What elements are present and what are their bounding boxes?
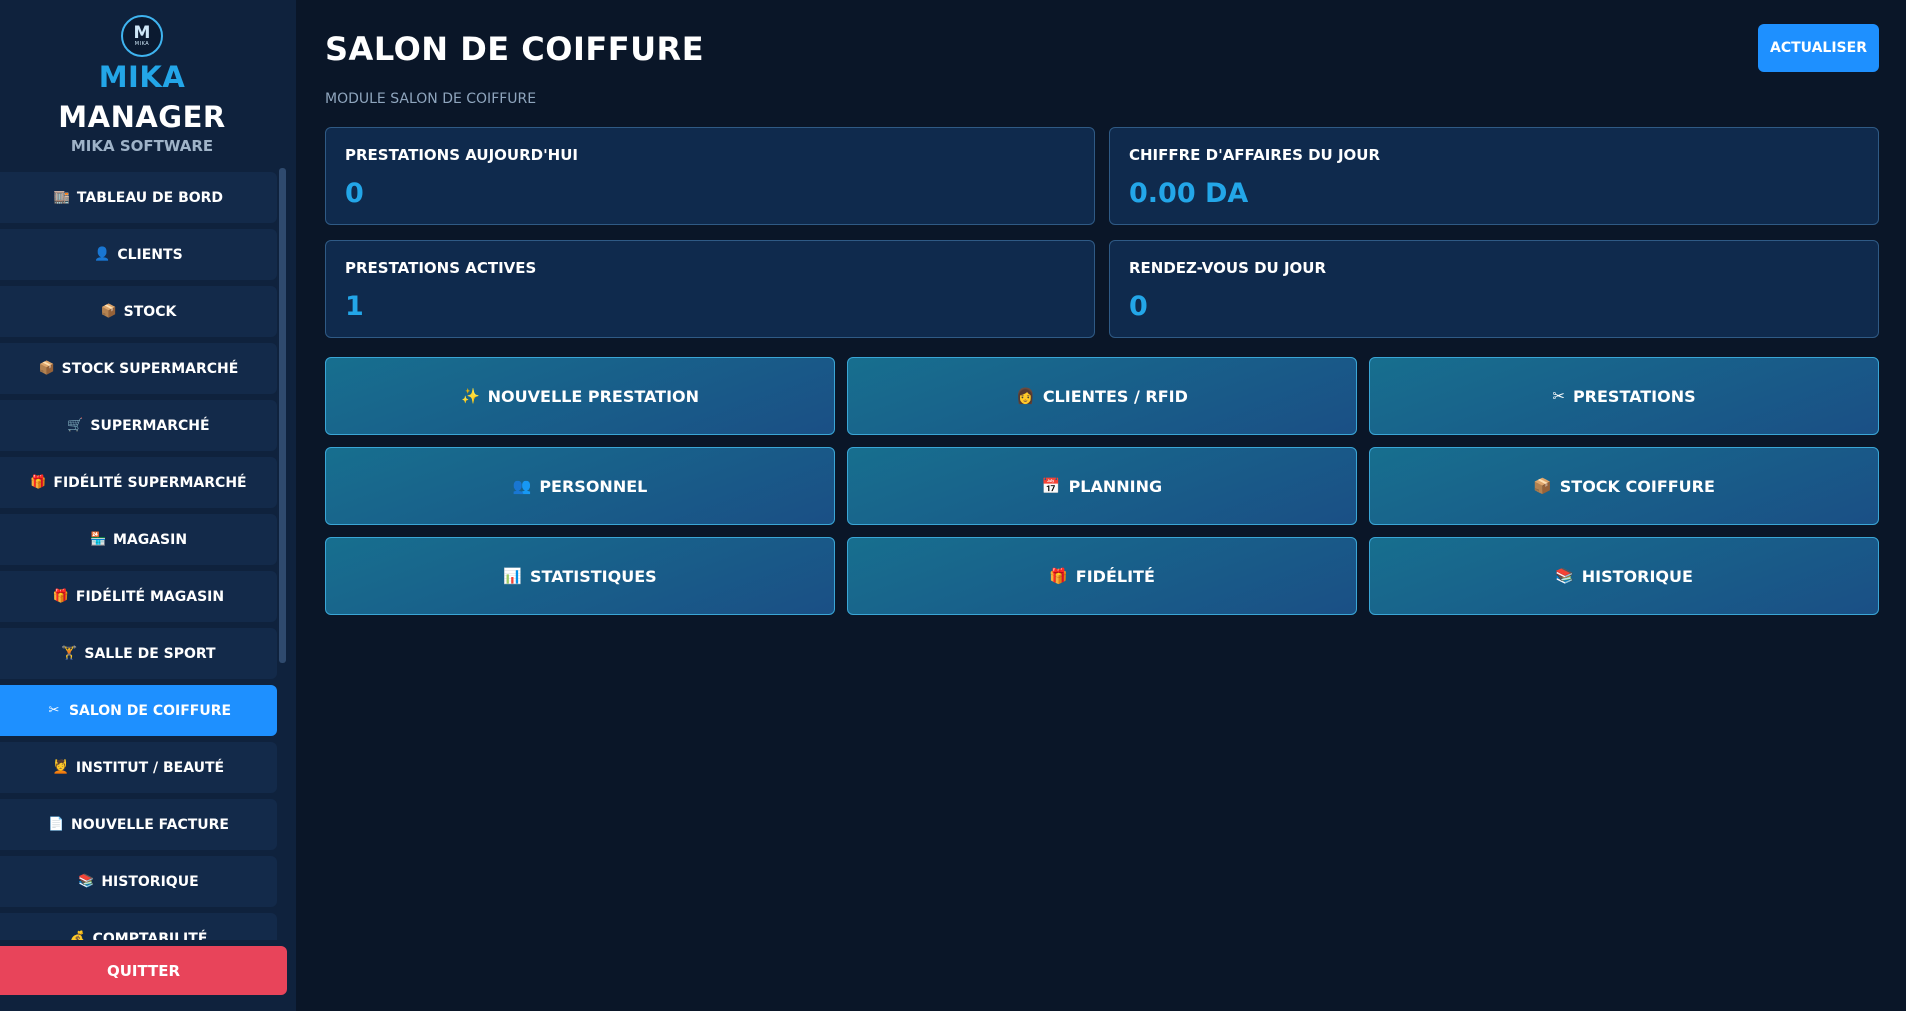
stat-card-prestations-aujourdhui: PRESTATIONS AUJOURD'HUI 0 [325, 127, 1095, 225]
sidebar-item-label: HISTORIQUE [101, 873, 199, 890]
sidebar-item-clients[interactable]: 👤 CLIENTS [0, 229, 277, 280]
sidebar: M MIKA MIKA MANAGER MIKA SOFTWARE 🏬 TABL… [0, 0, 296, 1011]
sidebar-item-stock-supermarche[interactable]: 📦 STOCK SUPERMARCHÉ [0, 343, 277, 394]
fidelite-button[interactable]: 🎁 FIDÉLITÉ [847, 537, 1357, 615]
stat-label: RENDEZ-VOUS DU JOUR [1129, 259, 1327, 277]
sidebar-item-salle-de-sport[interactable]: 🏋 SALLE DE SPORT [0, 628, 277, 679]
sidebar-item-supermarche[interactable]: 🛒 SUPERMARCHÉ [0, 400, 277, 451]
sidebar-item-historique[interactable]: 📚 HISTORIQUE [0, 856, 277, 907]
books-icon: 📚 [1555, 567, 1574, 585]
action-label: PRESTATIONS [1572, 386, 1696, 406]
sidebar-item-stock[interactable]: 📦 STOCK [0, 286, 277, 337]
sidebar-item-magasin[interactable]: 🏪 MAGASIN [0, 514, 277, 565]
stat-label: PRESTATIONS AUJOURD'HUI [345, 146, 578, 164]
logo: M MIKA [121, 15, 163, 57]
sidebar-item-label: FIDÉLITÉ SUPERMARCHÉ [53, 474, 247, 491]
prestations-button[interactable]: ✂ PRESTATIONS [1369, 357, 1879, 435]
brand-product: MANAGER [58, 100, 226, 134]
sidebar-menu: 🏬 TABLEAU DE BORD 👤 CLIENTS 📦 STOCK 📦 ST… [0, 168, 278, 940]
stat-card-chiffre-affaires: CHIFFRE D'AFFAIRES DU JOUR 0.00 DA [1109, 127, 1879, 225]
sidebar-item-label: STOCK SUPERMARCHÉ [61, 360, 239, 377]
sidebar-item-salon-de-coiffure[interactable]: ✂ SALON DE COIFFURE [0, 685, 277, 736]
bar-chart-icon: 📊 [503, 567, 523, 585]
woman-icon: 👩 [1016, 387, 1035, 405]
package-icon: 📦 [100, 304, 117, 319]
package-icon: 📦 [1533, 477, 1552, 495]
gift-icon: 🎁 [52, 589, 70, 604]
sidebar-item-label: TABLEAU DE BORD [76, 189, 224, 206]
personnel-button[interactable]: 👥 PERSONNEL [325, 447, 835, 525]
sidebar-item-institut-beaute[interactable]: 💆 INSTITUT / BEAUTÉ [0, 742, 277, 793]
logo-mark: M [133, 23, 151, 43]
action-label: STATISTIQUES [530, 566, 657, 586]
planning-button[interactable]: 📅 PLANNING [847, 447, 1357, 525]
sidebar-item-fidelite-supermarche[interactable]: 🎁 FIDÉLITÉ SUPERMARCHÉ [0, 457, 277, 508]
refresh-button[interactable]: ACTUALISER [1758, 24, 1879, 72]
user-icon: 👤 [94, 247, 111, 262]
sidebar-item-label: NOUVELLE FACTURE [71, 816, 229, 833]
sidebar-item-label: FIDÉLITÉ MAGASIN [75, 588, 225, 605]
action-label: PLANNING [1068, 476, 1163, 496]
stat-value: 0 [1129, 291, 1148, 322]
sidebar-scrollbar-thumb[interactable] [279, 168, 286, 663]
store-icon: 🏬 [53, 190, 71, 205]
gift-icon: 🎁 [1049, 567, 1068, 585]
sidebar-item-label: CLIENTS [117, 246, 183, 263]
stat-card-rendez-vous: RENDEZ-VOUS DU JOUR 0 [1109, 240, 1879, 338]
action-label: STOCK COIFFURE [1559, 476, 1715, 496]
action-label: HISTORIQUE [1581, 566, 1693, 586]
scissors-icon: ✂ [48, 703, 60, 718]
stat-value: 1 [345, 291, 364, 322]
weightlifting-icon: 🏋 [61, 646, 78, 661]
action-label: CLIENTES / RFID [1042, 386, 1188, 406]
quit-button[interactable]: QUITTER [0, 946, 287, 995]
calendar-icon: 📅 [1041, 477, 1061, 495]
package-icon: 📦 [38, 361, 55, 376]
sidebar-item-label: SUPERMARCHÉ [90, 417, 210, 434]
books-icon: 📚 [78, 874, 95, 889]
clientes-rfid-button[interactable]: 👩 CLIENTES / RFID [847, 357, 1357, 435]
money-icon: 💰 [69, 931, 86, 940]
scissors-icon: ✂ [1552, 387, 1565, 405]
sidebar-item-nouvelle-facture[interactable]: 📄 NOUVELLE FACTURE [0, 799, 277, 850]
action-label: PERSONNEL [539, 476, 648, 496]
sidebar-item-tableau-de-bord[interactable]: 🏬 TABLEAU DE BORD [0, 172, 277, 223]
historique-button[interactable]: 📚 HISTORIQUE [1369, 537, 1879, 615]
sidebar-item-comptabilite[interactable]: 💰 COMPTABILITÉ [0, 913, 277, 940]
sidebar-item-label: SALLE DE SPORT [84, 645, 216, 662]
sidebar-item-label: MAGASIN [112, 531, 188, 548]
shop-icon: 🏪 [89, 532, 107, 547]
nouvelle-prestation-button[interactable]: ✨ NOUVELLE PRESTATION [325, 357, 835, 435]
sidebar-item-label: STOCK [123, 303, 177, 320]
action-label: NOUVELLE PRESTATION [487, 386, 700, 406]
brand-name: MIKA [98, 60, 186, 94]
stat-value: 0 [345, 178, 364, 209]
document-icon: 📄 [48, 817, 65, 832]
sidebar-item-label: SALON DE COIFFURE [68, 702, 232, 719]
gift-icon: 🎁 [30, 475, 47, 490]
logo-text: MIKA [134, 41, 150, 47]
cart-icon: 🛒 [67, 418, 84, 433]
page-title: SALON DE COIFFURE [325, 30, 705, 68]
spa-icon: 💆 [52, 760, 70, 775]
brand: M MIKA MIKA MANAGER MIKA SOFTWARE [0, 0, 284, 165]
sidebar-item-label: INSTITUT / BEAUTÉ [75, 759, 225, 776]
action-label: FIDÉLITÉ [1075, 566, 1155, 586]
stock-coiffure-button[interactable]: 📦 STOCK COIFFURE [1369, 447, 1879, 525]
sidebar-item-label: COMPTABILITÉ [92, 930, 208, 941]
page-subtitle: MODULE SALON DE COIFFURE [325, 91, 537, 107]
stat-card-prestations-actives: PRESTATIONS ACTIVES 1 [325, 240, 1095, 338]
stat-label: PRESTATIONS ACTIVES [345, 259, 537, 277]
people-icon: 👥 [512, 477, 532, 495]
stat-label: CHIFFRE D'AFFAIRES DU JOUR [1129, 146, 1381, 164]
brand-subtitle: MIKA SOFTWARE [70, 137, 214, 155]
statistiques-button[interactable]: 📊 STATISTIQUES [325, 537, 835, 615]
sparkles-icon: ✨ [460, 387, 480, 405]
sidebar-item-fidelite-magasin[interactable]: 🎁 FIDÉLITÉ MAGASIN [0, 571, 277, 622]
stat-value: 0.00 DA [1129, 178, 1249, 209]
